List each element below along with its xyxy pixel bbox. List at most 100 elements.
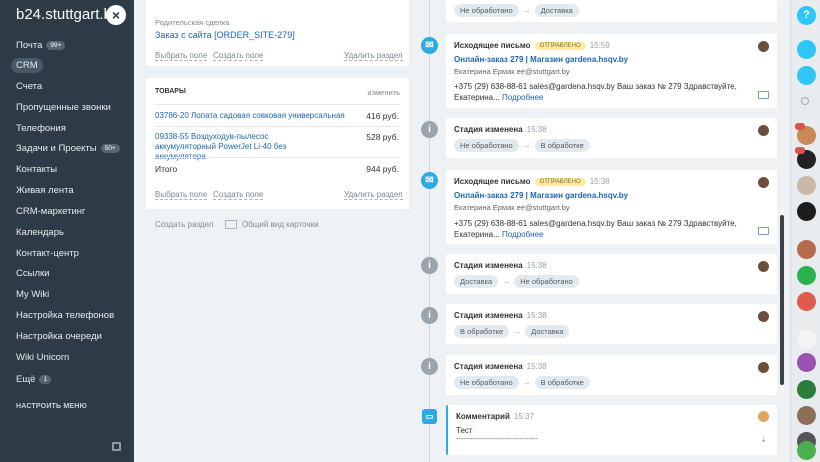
reply-mail-icon[interactable] <box>758 227 769 235</box>
sidebar-item-feed[interactable]: Живая лента <box>16 185 74 196</box>
avatar <box>758 311 769 322</box>
parent-deal-section: Родительская сделка Заказ с сайта [ORDER… <box>146 0 409 66</box>
portal-logo[interactable]: b24.stuttgart.by <box>16 6 119 23</box>
telephony-icon[interactable] <box>797 66 816 85</box>
stage-to: Доставка <box>525 325 570 338</box>
comment-dashes: ----------------------------------- <box>456 436 538 443</box>
scrollbar[interactable] <box>780 215 784 385</box>
email-header: Исходящее письмо ОТПРАВЛЕНО 15:38 <box>454 177 610 186</box>
email-header: Исходящее письмо ОТПРАВЛЕНО 15:59 <box>454 41 610 50</box>
divider <box>155 126 400 127</box>
sidebar-item-crm[interactable]: CRM <box>11 58 43 73</box>
email-from: Екатерина Ермак ee@stuttgart.by <box>454 67 570 76</box>
product-price: 416 руб. <box>366 111 399 121</box>
phone-icon[interactable] <box>797 441 816 460</box>
more-link[interactable]: Подробнее <box>502 230 544 239</box>
timeline-item-stage: Не обработано → Доставка <box>446 0 777 22</box>
products-header: ТОВАРЫ <box>155 88 186 95</box>
email-body: +375 (29) 638-88-61 sales@gardena.hsqv.b… <box>454 219 737 239</box>
configure-menu-link[interactable]: НАСТРОИТЬ МЕНЮ <box>16 403 87 410</box>
avatar <box>758 362 769 373</box>
stage-header: Стадия изменена 15:38 <box>454 125 547 134</box>
card-view-link[interactable]: Общий вид карточки <box>242 220 319 229</box>
email-body: +375 (29) 638-88-61 sales@gardena.hsqv.b… <box>454 82 737 102</box>
email-subject-link[interactable]: Онлайн-заказ 279 | Магазин gardena.hsqv.… <box>454 191 628 200</box>
arrow-icon: → <box>522 141 531 150</box>
create-field-link[interactable]: Создать поле <box>213 51 264 61</box>
sent-badge: ОТПРАВЛЕНО <box>534 178 586 186</box>
delete-section-link[interactable]: Удалить раздел <box>344 190 403 200</box>
avatar <box>758 261 769 272</box>
avatar[interactable] <box>797 292 816 311</box>
stage-to: В обработке <box>534 376 590 389</box>
timeline-item-stage: Стадия изменена 15:38 Доставка → Не обработ… <box>446 254 777 294</box>
sidebar-item-wiki-unicorn[interactable]: Wiki Unicorn <box>16 352 69 363</box>
select-field-link[interactable]: Выбрать поле <box>155 190 208 200</box>
close-icon[interactable]: × <box>106 5 126 25</box>
sidebar-item-tasks[interactable]: Задачи и Проекты 50+ <box>16 143 120 154</box>
create-section-link[interactable]: Создать раздел <box>155 220 213 229</box>
avatar[interactable] <box>797 202 816 221</box>
arrow-icon: → <box>513 327 522 336</box>
avatar <box>758 41 769 52</box>
timeline-item-stage: Стадия изменена 15:38 Не обработано → В обр… <box>446 118 777 158</box>
sidebar-item-calendar[interactable]: Календарь <box>16 227 64 238</box>
question-icon[interactable]: ? <box>797 6 816 25</box>
sidebar-item-contact-center[interactable]: Контакт-центр <box>16 248 79 259</box>
lock-icon[interactable] <box>797 266 816 285</box>
sidebar-item-missed-calls[interactable]: Пропущенные звонки <box>16 102 111 113</box>
avatar[interactable] <box>797 406 816 425</box>
card-view-icon <box>225 220 237 229</box>
sidebar-item-my-wiki[interactable]: My Wiki <box>16 289 49 300</box>
right-panel: ? <box>790 0 820 462</box>
email-subject-link[interactable]: Онлайн-заказ 279 | Магазин gardena.hsqv.… <box>454 55 628 64</box>
product-item[interactable]: 03786-20 Лопата садовая совковая универс… <box>155 111 345 120</box>
sidebar-item-phone-settings[interactable]: Настройка телефонов <box>16 310 114 321</box>
stage-to: В обработке <box>534 139 590 152</box>
timeline-item-comment: Комментарий 15:37 Тест ------------------… <box>446 405 777 455</box>
sidebar-item-queue-settings[interactable]: Настройка очереди <box>16 331 102 342</box>
avatar <box>758 177 769 188</box>
download-icon[interactable]: ⇣ <box>760 435 767 444</box>
avatar[interactable] <box>797 240 816 259</box>
timeline-item-stage: Стадия изменена 15:38 Не обработано → В обр… <box>446 355 777 395</box>
select-field-link[interactable]: Выбрать поле <box>155 51 208 61</box>
search-icon[interactable] <box>801 97 809 105</box>
divider <box>155 157 400 158</box>
stage-from: В обработке <box>454 325 510 338</box>
reply-mail-icon[interactable] <box>758 91 769 99</box>
sidebar-item-mail[interactable]: Почта 99+ <box>16 40 66 51</box>
stage-header: Стадия изменена 15:38 <box>454 261 547 270</box>
timeline-item-email: Исходящее письмо ОТПРАВЛЕНО 15:59 Онлайн-з… <box>446 34 777 108</box>
delete-section-link[interactable]: Удалить раздел <box>344 51 403 61</box>
info-icon: i <box>421 358 438 375</box>
avatar[interactable] <box>797 380 816 399</box>
bell-icon[interactable] <box>797 40 816 59</box>
more-link[interactable]: Подробнее <box>502 93 544 102</box>
timeline-item-email: Исходящее письмо ОТПРАВЛЕНО 15:38 Онлайн-з… <box>446 170 777 244</box>
sidebar-item-contacts[interactable]: Контакты <box>16 164 57 175</box>
avatar[interactable] <box>797 176 816 195</box>
unicorn-icon[interactable] <box>797 330 816 349</box>
parent-deal-link[interactable]: Заказ с сайта [ORDER_SITE-279] <box>155 30 295 40</box>
sent-badge: ОТПРАВЛЕНО <box>534 42 586 50</box>
create-field-link[interactable]: Создать поле <box>213 190 264 200</box>
timeline-item-stage: Стадия изменена 15:38 В обработке → Доставк… <box>446 304 777 344</box>
avatar <box>758 125 769 136</box>
stage-from: Доставка <box>454 275 499 288</box>
printer-icon[interactable] <box>112 442 121 451</box>
comment-text: Тест <box>456 426 473 435</box>
stage-header: Стадия изменена 15:38 <box>454 362 547 371</box>
sidebar-item-invoices[interactable]: Счета <box>16 81 42 92</box>
parent-deal-label: Родительская сделка <box>155 18 230 27</box>
total-label: Итого <box>155 164 178 174</box>
avatar[interactable] <box>797 353 816 372</box>
unread-badge <box>795 147 805 154</box>
sidebar-item-more[interactable]: Ещё 1 <box>16 374 52 385</box>
sidebar-item-telephony[interactable]: Телефония <box>16 123 66 134</box>
sidebar-item-links[interactable]: Ссылки <box>16 268 49 279</box>
divider <box>155 104 400 105</box>
left-sidebar: b24.stuttgart.by × Почта 99+ CRM Счета Пр… <box>0 0 134 462</box>
edit-products-link[interactable]: изменить <box>367 88 400 97</box>
sidebar-item-crm-marketing[interactable]: CRM-маркетинг <box>16 206 86 217</box>
